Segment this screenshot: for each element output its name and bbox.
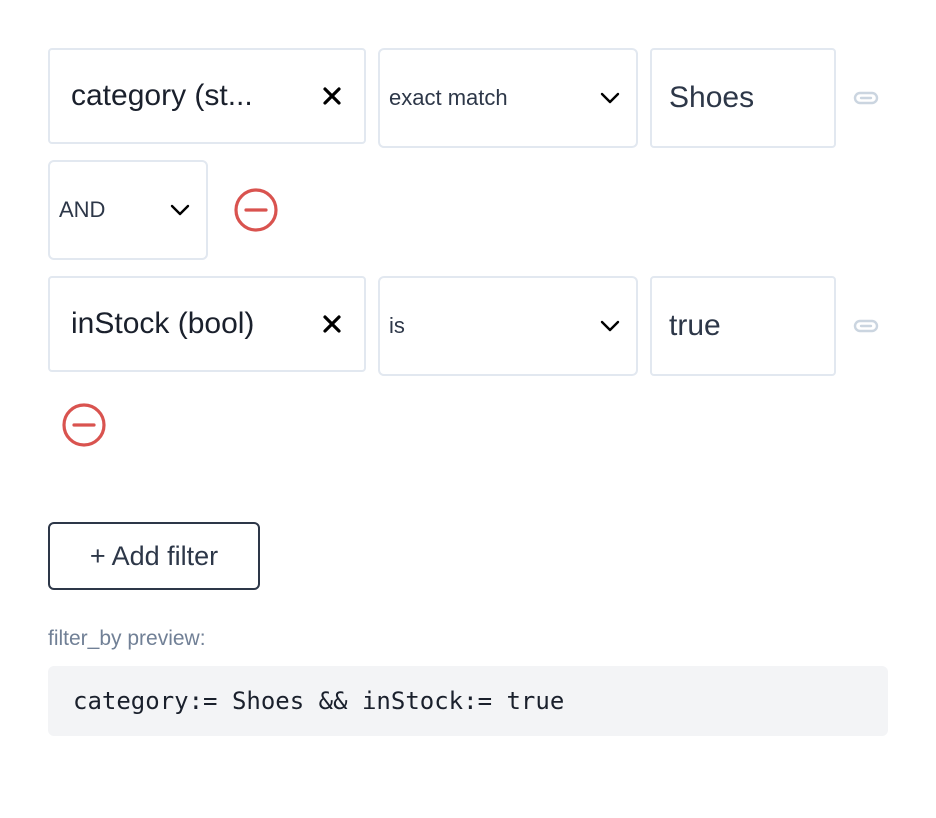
- filter-field-label: inStock (bool): [71, 307, 255, 340]
- add-filter-button[interactable]: + Add filter: [48, 522, 260, 590]
- link-icon[interactable]: [853, 91, 879, 105]
- join-operator-select[interactable]: AND: [48, 160, 208, 260]
- filter-value-input-1[interactable]: Shoes: [650, 48, 836, 148]
- filter-value-text: Shoes: [669, 81, 755, 114]
- filter-operator-select-1[interactable]: exact match: [378, 48, 638, 148]
- chevron-down-icon: [600, 320, 620, 332]
- filter-operator-select-2[interactable]: is: [378, 276, 638, 376]
- close-icon[interactable]: [322, 86, 342, 106]
- filter-operator-label: is: [389, 313, 405, 338]
- chevron-down-icon: [600, 92, 620, 104]
- preview-box: category:= Shoes && inStock:= true: [48, 666, 888, 736]
- link-icon[interactable]: [853, 319, 879, 333]
- remove-circle-icon[interactable]: [61, 402, 107, 448]
- filter-value-input-2[interactable]: true: [650, 276, 836, 376]
- preview-label: filter_by preview:: [48, 627, 206, 650]
- filter-value-text: true: [669, 309, 721, 342]
- remove-circle-icon[interactable]: [233, 187, 279, 233]
- filter-field-select-2[interactable]: inStock (bool): [48, 276, 366, 372]
- chevron-down-icon: [170, 204, 190, 216]
- preview-code: category:= Shoes && inStock:= true: [73, 687, 565, 715]
- join-operator-label: AND: [59, 197, 106, 222]
- filter-field-label: category (st...: [71, 79, 253, 112]
- close-icon[interactable]: [322, 314, 342, 334]
- filter-operator-label: exact match: [389, 85, 508, 110]
- filter-field-select-1[interactable]: category (st...: [48, 48, 366, 144]
